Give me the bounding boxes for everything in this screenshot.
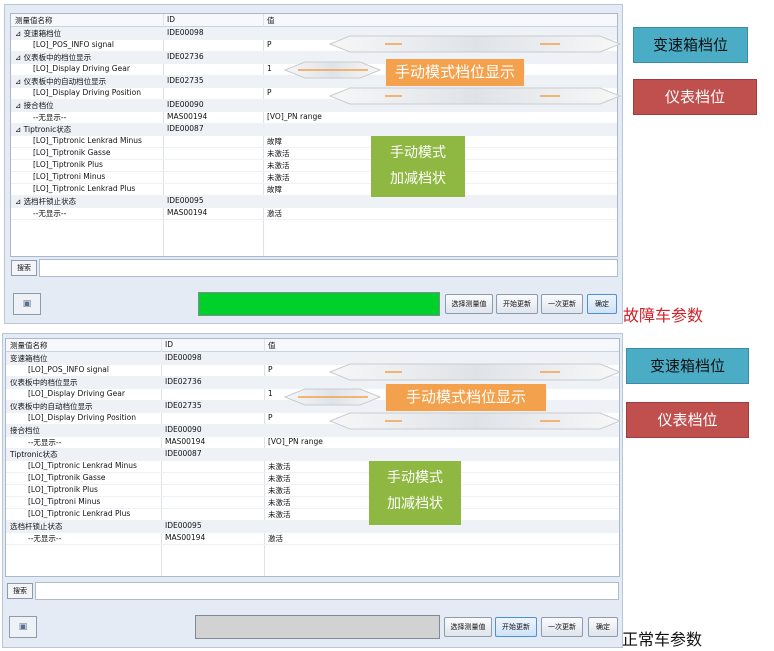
callout-manual-updown: 手动模式 加减档状 bbox=[371, 136, 465, 197]
label-gearbox-position: 变速箱档位 bbox=[626, 348, 749, 384]
label-gearbox-position: 变速箱档位 bbox=[633, 27, 748, 63]
callout-line-1: 手动模式 bbox=[390, 145, 446, 161]
caption-faulty-vehicle: 故障车参数 bbox=[623, 306, 704, 325]
label-cluster-position: 仪表档位 bbox=[633, 79, 757, 115]
callout-manual-gear-display: 手动模式档位显示 bbox=[385, 383, 547, 412]
arrow-gearbox-1 bbox=[328, 35, 622, 53]
callout-manual-updown: 手动模式 加减档状 bbox=[369, 461, 461, 525]
callout-line-2: 加减档状 bbox=[387, 496, 443, 512]
callout-line-1: 手动模式 bbox=[387, 470, 443, 486]
arrow-cluster-1 bbox=[328, 87, 622, 105]
caption-normal-vehicle: 正常车参数 bbox=[622, 630, 703, 649]
arrow-cluster-2 bbox=[328, 412, 622, 430]
label-cluster-position: 仪表档位 bbox=[626, 402, 749, 438]
arrow-gearbox-2 bbox=[328, 363, 622, 381]
callout-line-2: 加减档状 bbox=[390, 171, 446, 187]
callout-manual-gear-display: 手动模式档位显示 bbox=[385, 58, 525, 87]
